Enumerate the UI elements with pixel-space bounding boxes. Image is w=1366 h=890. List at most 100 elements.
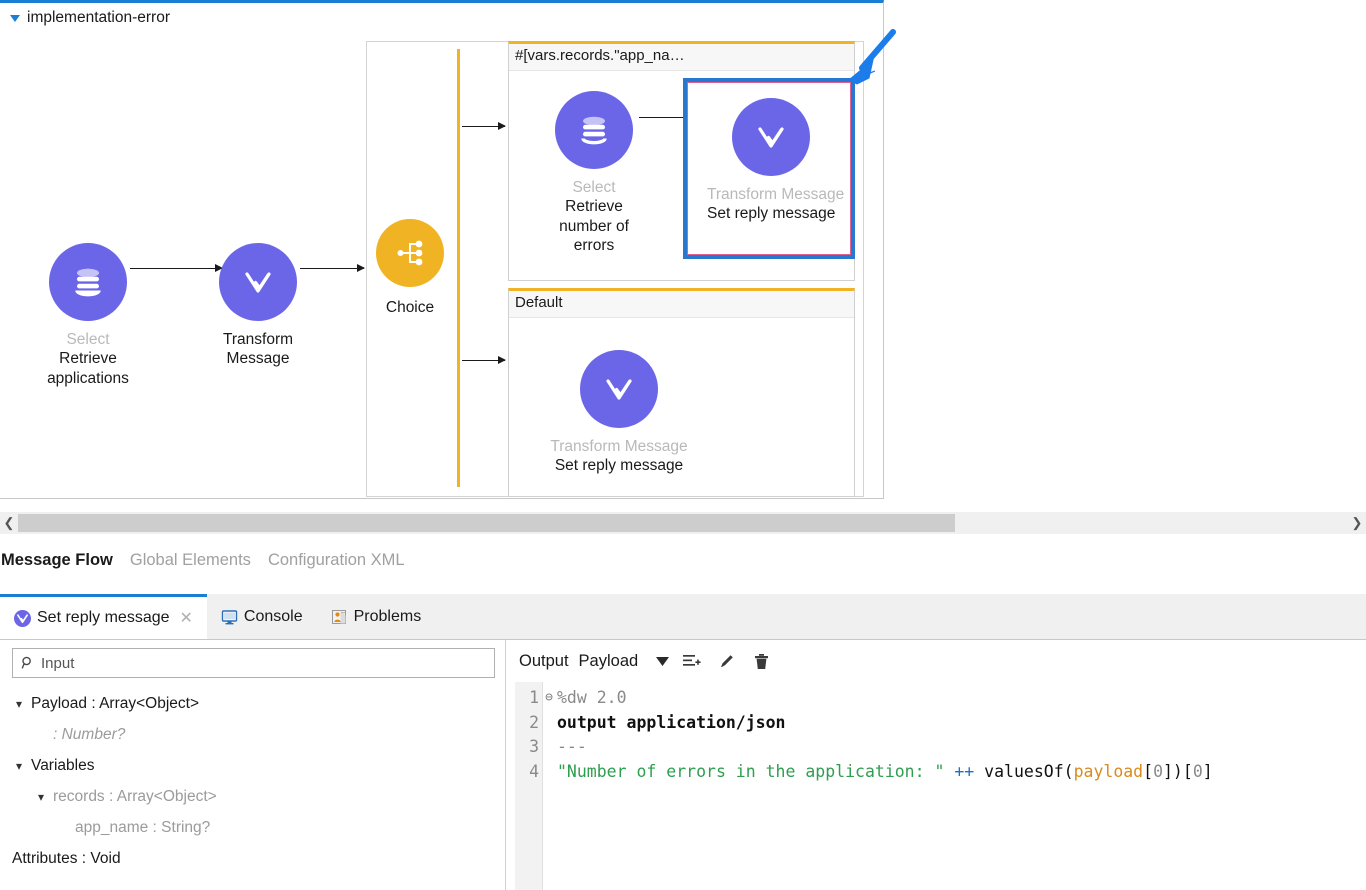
chevron-down-icon[interactable] [656, 657, 669, 666]
code-line: 3 --- [515, 735, 1366, 760]
code-text: %dw 2.0 [555, 686, 627, 711]
close-icon[interactable]: ✕ [180, 608, 193, 628]
transform-message-icon [580, 350, 658, 428]
tab-label: Console [244, 608, 303, 626]
fold-marker-placeholder [543, 711, 555, 736]
search-input[interactable]: Input [12, 648, 495, 678]
output-label: Output [519, 652, 569, 671]
search-icon [21, 656, 35, 670]
add-line-icon[interactable] [683, 653, 701, 669]
node-name-label: Set reply message [539, 456, 699, 475]
database-icon [49, 243, 127, 321]
flow-title-bar[interactable]: implementation-error [10, 9, 170, 27]
chevron-down-icon[interactable]: ▾ [12, 759, 26, 773]
tree-item-label: app_name : String? [75, 819, 210, 837]
tree-item-attributes[interactable]: Attributes : Void [12, 843, 495, 874]
tree-item-variables[interactable]: ▾ Variables [12, 750, 495, 781]
tab-label: Set reply message [37, 609, 170, 627]
flow-node-select-errors[interactable]: Select Retrieve number of errors [524, 91, 664, 256]
tab-console[interactable]: Console [207, 594, 317, 639]
tree-item-label: : Number? [53, 726, 125, 744]
tab-configuration-xml[interactable]: Configuration XML [268, 551, 405, 570]
code-text: --- [555, 735, 587, 760]
branch-condition-label: Default [509, 291, 854, 318]
choice-branch-spine [457, 49, 460, 487]
transform-message-icon [219, 243, 297, 321]
output-target[interactable]: Payload [579, 652, 639, 671]
output-toolbar[interactable]: Output Payload [506, 640, 1366, 682]
line-number: 3 [515, 735, 543, 760]
chevron-down-icon[interactable]: ▾ [34, 790, 48, 804]
flow-node-select-applications[interactable]: Select Retrieve applications [33, 243, 143, 388]
line-number: 4 [515, 760, 543, 785]
node-name-label: Set reply message [707, 204, 835, 223]
code-text: output application/json [555, 711, 785, 736]
choice-router-icon [376, 219, 444, 287]
input-panel: Input ▾ Payload : Array<Object> : Number… [0, 640, 506, 890]
search-placeholder: Input [41, 655, 74, 672]
chevron-right-icon[interactable]: ❯ [1348, 515, 1366, 531]
database-icon [555, 91, 633, 169]
tab-message-flow[interactable]: Message Flow [1, 551, 113, 570]
tree-item-label: Payload : Array<Object> [31, 695, 199, 713]
dataweave-code-editor[interactable]: 1 ⊖ %dw 2.0 2 output application/json 3 … [515, 686, 1366, 890]
node-name-line2: applications [33, 369, 143, 388]
transform-message-icon [732, 98, 810, 176]
tree-item-records[interactable]: ▾ records : Array<Object> [12, 781, 495, 812]
transform-editor-panel: Input ▾ Payload : Array<Object> : Number… [0, 640, 1366, 890]
flow-node-set-reply-message-when[interactable]: Transform Message Set reply message [707, 98, 835, 224]
tab-global-elements[interactable]: Global Elements [130, 551, 251, 570]
tab-set-reply-message[interactable]: Set reply message ✕ [0, 594, 207, 639]
fold-marker-icon[interactable]: ⊖ [543, 686, 555, 711]
bottom-view-tabs[interactable]: Set reply message ✕ Console Problems [0, 594, 1366, 640]
horizontal-scrollbar[interactable]: ❮ ❯ [0, 512, 1366, 534]
code-text-tokens: "Number of errors in the application: " … [555, 760, 1213, 785]
node-type-label: Transform Message [707, 185, 835, 204]
flow-name: implementation-error [27, 9, 170, 27]
selected-node-highlight[interactable]: Transform Message Set reply message [683, 78, 855, 259]
node-name-line1: Retrieve [33, 349, 143, 368]
node-name-label: Message [203, 349, 313, 368]
input-schema-tree[interactable]: ▾ Payload : Array<Object> : Number? ▾ Va… [12, 688, 495, 874]
line-number: 1 [515, 686, 543, 711]
code-line: 2 output application/json [515, 711, 1366, 736]
node-name-line3: errors [524, 236, 664, 255]
flow-node-transform-message[interactable]: Transform Message [203, 243, 313, 369]
output-panel: Output Payload [506, 640, 1366, 890]
tab-label: Problems [354, 608, 422, 626]
node-name-line1: Retrieve [524, 197, 664, 216]
branch-condition-label: #[vars.records."app_na… [509, 44, 854, 71]
transform-message-icon [14, 610, 31, 627]
blue-pointer-arrow [845, 18, 965, 98]
flow-node-set-reply-message-default[interactable]: Transform Message Set reply message [539, 350, 699, 476]
chevron-left-icon[interactable]: ❮ [0, 515, 18, 531]
node-name-line2: number of [524, 217, 664, 236]
tree-item-label: records : Array<Object> [53, 788, 217, 806]
branch-arrow-2 [462, 360, 505, 361]
code-line: 4 "Number of errors in the application: … [515, 760, 1366, 785]
choice-branch-when[interactable]: #[vars.records."app_na… Select Retrieve … [508, 41, 855, 281]
fold-marker-placeholder [543, 760, 555, 785]
triangle-down-icon[interactable] [10, 15, 20, 22]
flow-canvas[interactable]: implementation-error Select Retrieve app… [0, 0, 884, 499]
tree-item-payload[interactable]: ▾ Payload : Array<Object> [12, 688, 495, 719]
problems-icon [331, 609, 348, 625]
code-line: 1 ⊖ %dw 2.0 [515, 686, 1366, 711]
tab-problems[interactable]: Problems [317, 594, 436, 639]
tree-item-label: Variables [31, 757, 94, 775]
choice-branch-default[interactable]: Default Transform Message Set reply mess… [508, 288, 855, 497]
console-icon [221, 609, 238, 625]
tree-item-payload-number[interactable]: : Number? [12, 719, 495, 750]
chevron-down-icon[interactable]: ▾ [12, 697, 26, 711]
pencil-icon[interactable] [718, 653, 735, 670]
tree-item-app-name[interactable]: app_name : String? [12, 812, 495, 843]
editor-view-tabs[interactable]: Message Flow Global Elements Configurati… [0, 544, 1366, 576]
line-number: 2 [515, 711, 543, 736]
flow-node-choice[interactable]: Choice [355, 219, 465, 317]
node-type-label: Select [33, 330, 143, 349]
node-type-label: Transform [203, 330, 313, 349]
trash-icon[interactable] [754, 653, 769, 670]
node-type-label: Select [524, 178, 664, 197]
scrollbar-thumb[interactable] [18, 514, 955, 532]
node-type-label: Transform Message [539, 437, 699, 456]
